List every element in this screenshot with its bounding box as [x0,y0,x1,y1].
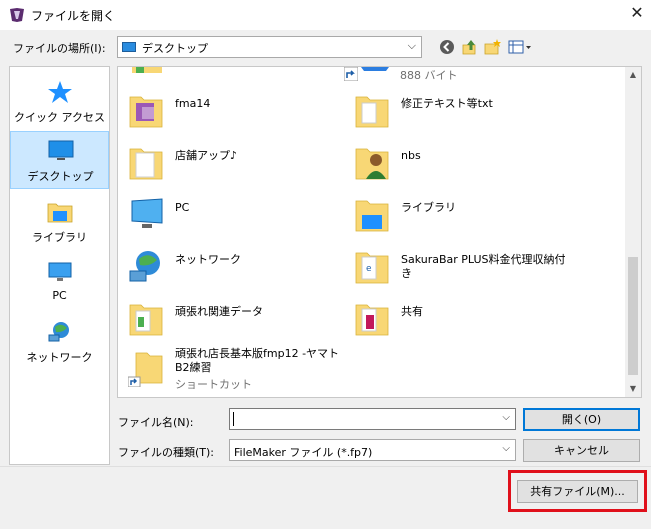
file-name: nbs [401,149,421,162]
network-icon [129,251,160,282]
file-name: 修正テキスト等txt [401,97,493,110]
list-item[interactable]: e SakuraBar PLUS料金代理収納付き [344,243,604,291]
folder-icon [355,96,389,128]
chevron-down-icon: ⌵ [407,39,416,52]
desktop-icon [122,42,136,52]
file-list[interactable]: 888 バイト fma14 店舗アップ♪ PC ネットワーク 頑張れ関連データ … [117,66,642,398]
window-title: ファイルを開く [31,9,116,23]
open-button[interactable]: 開く(O) [523,408,640,431]
vertical-scrollbar[interactable]: ▲ ▼ [625,67,641,397]
new-folder-button[interactable] [483,37,503,57]
place-library[interactable]: ライブラリ [10,193,109,251]
filetype-value: FileMaker ファイル (*.fp7) [234,446,373,459]
shortcut-folder-icon [128,352,163,387]
place-label: デスクトップ [27,170,94,183]
list-item[interactable]: 頑張れ関連データ [118,295,348,343]
place-label: クイック アクセス [14,111,105,124]
file-name: 店舗アップ♪ [175,149,238,162]
scroll-down-arrow-icon[interactable]: ▼ [625,381,641,397]
list-item[interactable]: 共有 [344,295,604,343]
list-item[interactable]: fma14 [118,87,348,135]
close-icon[interactable]: ✕ [628,4,646,22]
up-folder-button[interactable] [460,37,480,57]
filename-input[interactable]: ⌵ [229,408,516,430]
shortcut-arrow-icon [344,67,358,81]
file-name: 頑張れ店長基本版fmp12 -ヤマトB2練習 [175,347,340,374]
folder-icon [129,304,163,336]
divider [0,466,651,467]
folder-icon [361,67,389,71]
list-item[interactable]: 店舗アップ♪ [118,139,348,187]
back-button[interactable] [437,37,457,57]
file-name: 共有 [401,305,423,318]
place-pc[interactable]: PC [10,253,109,311]
list-item[interactable]: PC [118,191,348,239]
star-icon [48,81,72,103]
user-folder-icon [355,148,389,180]
location-value: デスクトップ [142,42,208,55]
pc-icon [48,262,72,281]
place-network[interactable]: ネットワーク [10,313,109,371]
text-caret [233,412,234,426]
filemaker-app-icon [10,8,24,22]
folder-icon [129,96,163,128]
folder-icon: e [355,252,389,284]
place-label: PC [52,289,67,302]
file-name: ネットワーク [175,253,241,266]
list-item[interactable]: nbs [344,139,604,187]
filetype-label: ファイルの種類(T): [118,446,215,459]
scroll-thumb[interactable] [628,257,638,375]
filename-label: ファイル名(N): [118,416,194,429]
desktop-icon [48,140,74,160]
place-label: ライブラリ [32,231,87,244]
file-name: PC [175,201,190,214]
library-icon [355,200,389,232]
file-name: ライブラリ [401,201,456,214]
document-icon [129,148,163,180]
list-item[interactable]: ネットワーク [118,243,348,291]
list-item[interactable]: 頑張れ店長基本版fmp12 -ヤマトB2練習 ショートカット [118,343,348,397]
view-menu-button[interactable] [507,37,533,57]
location-dropdown[interactable]: デスクトップ ⌵ [117,36,422,58]
location-label: ファイルの場所(I): [13,42,106,55]
svg-text:e: e [366,264,372,274]
folder-icon [132,67,162,73]
file-name: 頑張れ関連データ [175,305,263,318]
place-label: ネットワーク [26,351,93,364]
partial-top-item[interactable] [344,67,394,81]
filetype-dropdown[interactable]: FileMaker ファイル (*.fp7) ⌵ [229,439,516,461]
pc-icon [131,198,163,228]
file-name: fma14 [175,97,211,110]
list-item[interactable]: 修正テキスト等txt [344,87,604,135]
highlight-box [508,470,647,512]
cancel-button[interactable]: キャンセル [523,439,640,462]
file-type-text: ショートカット [175,378,252,391]
file-size-text: 888 バイト [400,69,458,82]
chevron-down-icon[interactable]: ⌵ [502,412,510,423]
network-icon [48,322,69,342]
list-item[interactable]: ライブラリ [344,191,604,239]
place-quick-access[interactable]: クイック アクセス [10,73,109,131]
library-icon [47,203,73,223]
places-bar: クイック アクセス デスクトップ ライブラリ PC ネットワーク [9,66,110,465]
place-desktop[interactable]: デスクトップ [10,131,109,189]
folder-icon [355,304,389,336]
file-name: SakuraBar PLUS料金代理収納付き [401,253,566,280]
chevron-down-icon: ⌵ [502,443,510,454]
scroll-up-arrow-icon[interactable]: ▲ [625,67,641,83]
